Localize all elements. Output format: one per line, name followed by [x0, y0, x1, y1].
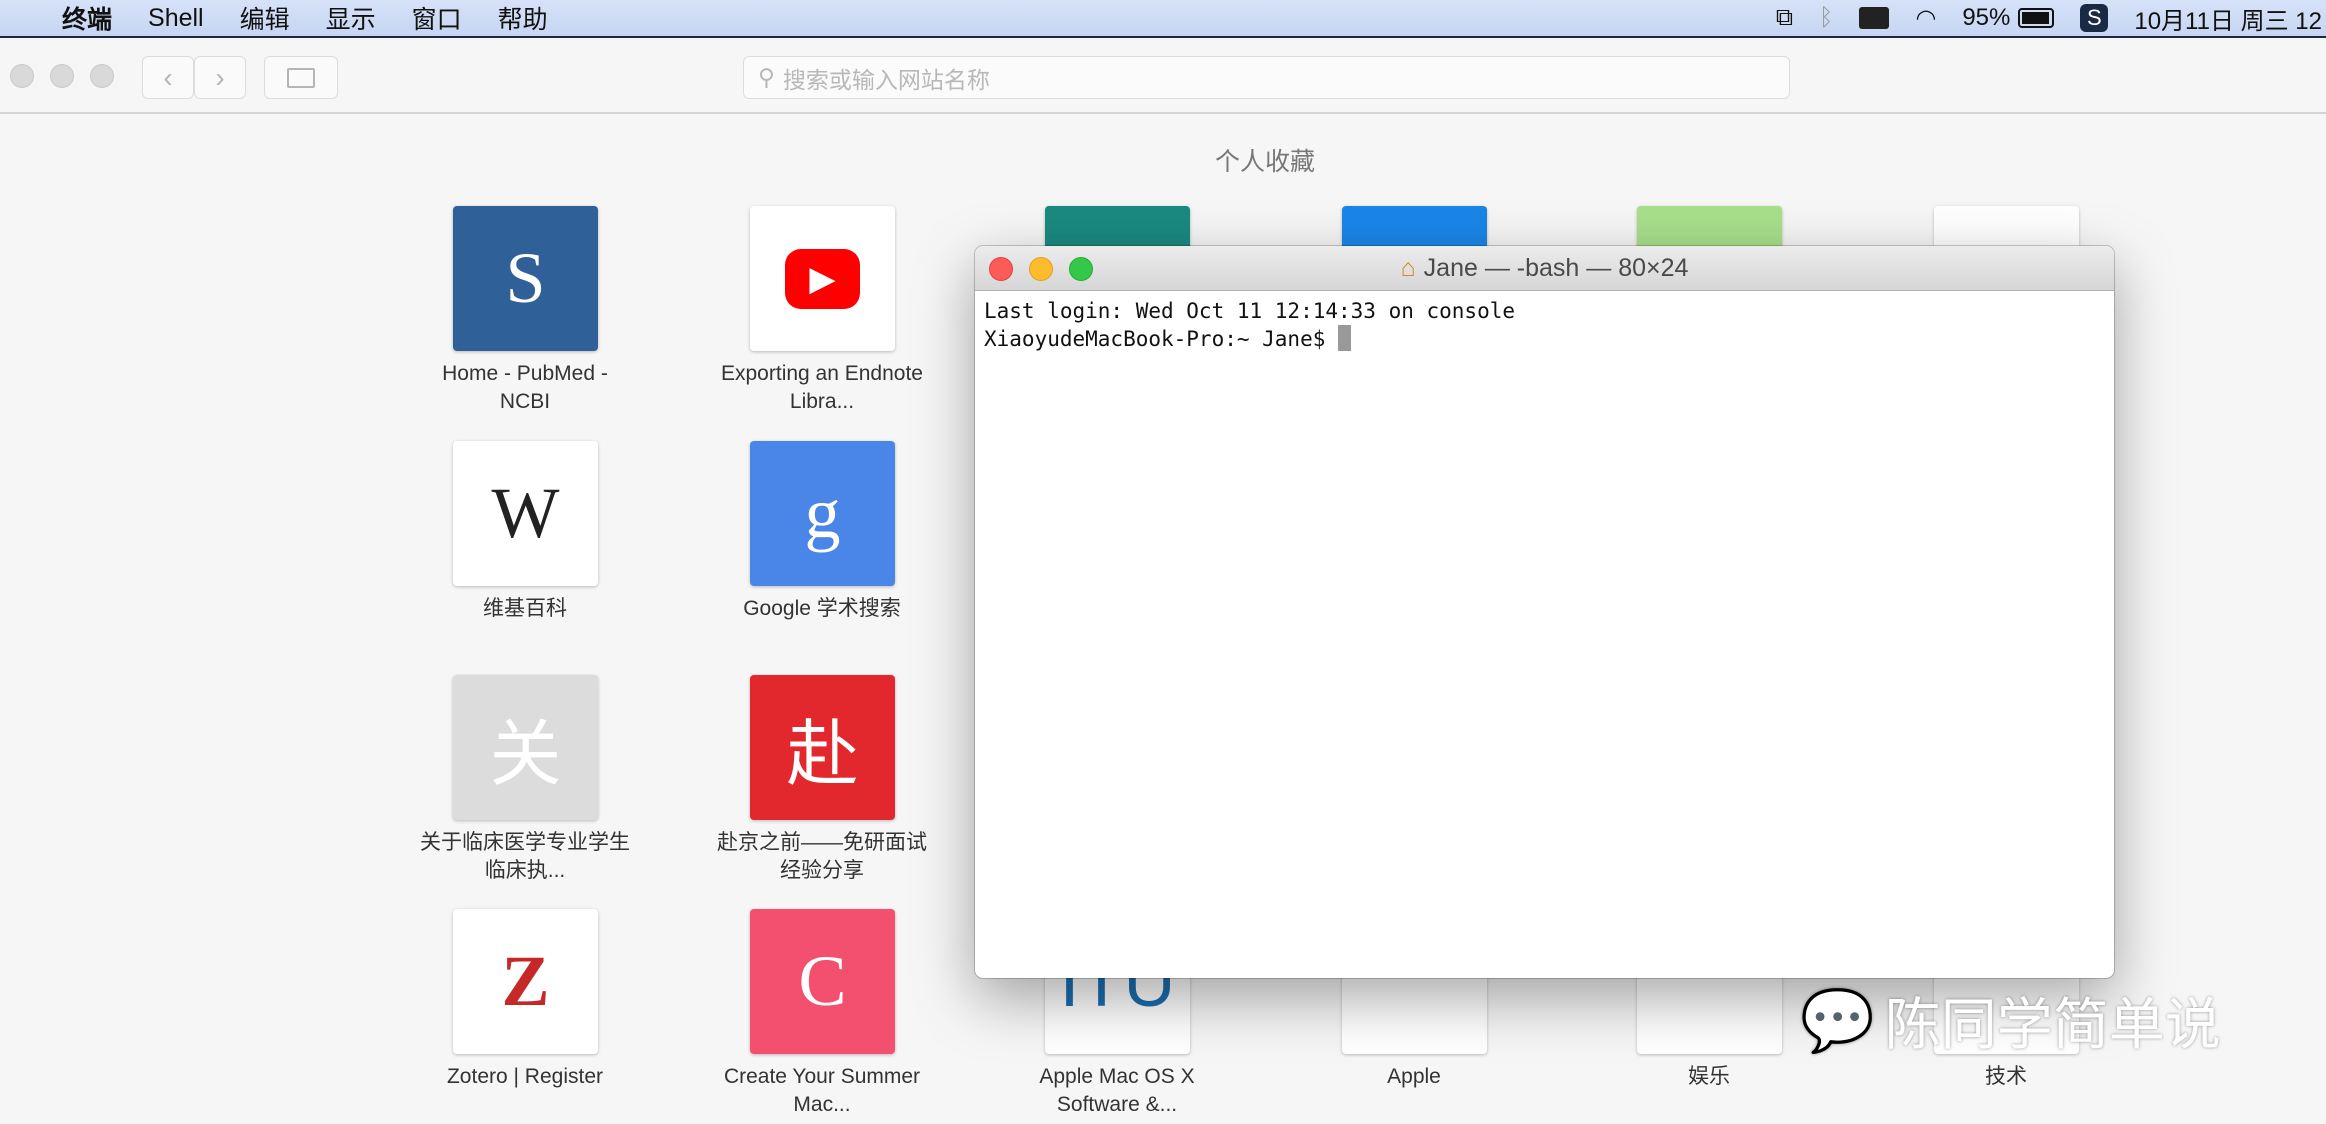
- close-button[interactable]: [10, 64, 34, 88]
- tile-label[interactable]: Google 学术搜索: [712, 595, 932, 623]
- tile-label[interactable]: 技术: [1896, 1063, 2116, 1091]
- bluetooth-icon[interactable]: ᛒ: [1819, 4, 1833, 32]
- menu-help[interactable]: 帮助: [480, 0, 566, 36]
- tile-label[interactable]: Zotero | Register: [415, 1063, 635, 1091]
- back-button[interactable]: ‹: [142, 56, 194, 99]
- address-search-field[interactable]: ⚲ 搜索或输入网站名称: [743, 56, 1790, 99]
- wechat-icon: 💬: [1800, 987, 1875, 1054]
- memory-icon[interactable]: [1859, 7, 1890, 29]
- forward-button[interactable]: ›: [194, 56, 246, 99]
- search-icon: ⚲: [758, 64, 775, 90]
- terminal-output[interactable]: Last login: Wed Oct 11 12:14:33 on conso…: [975, 291, 2114, 359]
- battery-icon[interactable]: [2018, 8, 2055, 28]
- favorite-tile[interactable]: W: [453, 441, 598, 586]
- search-placeholder: 搜索或输入网站名称: [782, 66, 990, 93]
- tile-icon: S: [505, 238, 546, 318]
- tile-label[interactable]: Exporting an Endnote Libra...: [712, 360, 932, 416]
- sogou-input-icon[interactable]: S: [2080, 4, 2109, 32]
- menu-shell[interactable]: Shell: [130, 4, 222, 33]
- wifi-icon[interactable]: ◠: [1915, 4, 1936, 33]
- tile-icon: g: [804, 473, 841, 553]
- favorite-tile[interactable]: S: [453, 206, 598, 351]
- tile-label[interactable]: Create Your Summer Mac...: [712, 1063, 932, 1119]
- favorite-tile[interactable]: 关: [453, 675, 598, 820]
- safari-toolbar: ‹ › ⚲ 搜索或输入网站名称: [0, 38, 2326, 114]
- tile-icon: W: [491, 473, 560, 553]
- sidebar-icon: [287, 67, 315, 88]
- clock[interactable]: 10月11日 周三 12: [2134, 1, 2322, 36]
- terminal-line: Last login: Wed Oct 11 12:14:33 on conso…: [984, 299, 1516, 323]
- favorite-tile[interactable]: 赴: [750, 675, 895, 820]
- home-icon: ⌂: [1400, 253, 1416, 282]
- terminal-cursor: [1338, 325, 1352, 351]
- zoom-button[interactable]: [90, 64, 114, 88]
- tile-icon: Z: [501, 941, 550, 1021]
- favorite-tile[interactable]: Z: [453, 909, 598, 1054]
- tile-icon: ▶: [785, 248, 860, 309]
- favorite-tile[interactable]: g: [750, 441, 895, 586]
- menu-terminal[interactable]: 终端: [44, 0, 130, 36]
- tile-label[interactable]: Apple Mac OS X Software &...: [1007, 1063, 1227, 1119]
- tile-label[interactable]: 关于临床医学专业学生临床执...: [415, 829, 635, 885]
- watermark: 💬 陈同学简单说: [1800, 987, 2221, 1056]
- tile-label[interactable]: Apple: [1304, 1063, 1524, 1091]
- tile-label[interactable]: 娱乐: [1599, 1063, 1819, 1091]
- terminal-title: Jane — -bash — 80×24: [1423, 253, 1689, 282]
- favorites-title: 个人收藏: [1214, 148, 1315, 176]
- menu-window[interactable]: 窗口: [394, 0, 480, 36]
- sidebar-button[interactable]: [264, 56, 338, 99]
- tile-label[interactable]: 赴京之前——免研面试经验分享: [712, 829, 932, 885]
- terminal-title-bar[interactable]: ⌂ Jane — -bash — 80×24: [975, 246, 2114, 291]
- terminal-window[interactable]: ⌂ Jane — -bash — 80×24 Last login: Wed O…: [975, 246, 2114, 978]
- minimize-button[interactable]: [1029, 257, 1053, 281]
- menu-bar: 终端 Shell 编辑 显示 窗口 帮助 ⧉ ᛒ ◠ 95% S 10月11日 …: [0, 0, 2326, 38]
- tile-label[interactable]: 维基百科: [415, 595, 635, 623]
- zoom-button[interactable]: [1069, 257, 1093, 281]
- tile-label[interactable]: Home - PubMed - NCBI: [415, 360, 635, 416]
- close-button[interactable]: [989, 257, 1013, 281]
- tile-icon: C: [798, 941, 847, 1021]
- tile-icon: 关: [489, 715, 562, 795]
- menu-view[interactable]: 显示: [308, 0, 394, 36]
- favorite-tile[interactable]: ▶: [750, 206, 895, 351]
- terminal-prompt: XiaoyudeMacBook-Pro:~ Jane$: [984, 327, 1339, 351]
- minimize-button[interactable]: [50, 64, 74, 88]
- tile-icon: 赴: [786, 715, 859, 795]
- screen-mirror-icon[interactable]: ⧉: [1776, 4, 1793, 32]
- battery-percent: 95%: [1962, 4, 2011, 31]
- favorite-tile[interactable]: C: [750, 909, 895, 1054]
- menu-edit[interactable]: 编辑: [222, 0, 308, 36]
